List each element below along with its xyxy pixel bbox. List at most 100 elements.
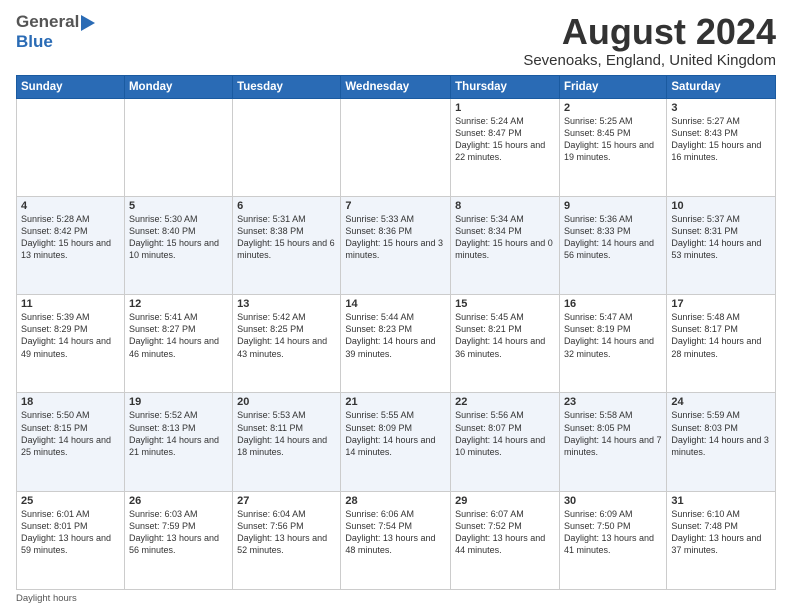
day-number: 31	[671, 495, 771, 507]
day-info: Sunrise: 5:41 AM Sunset: 8:27 PM Dayligh…	[129, 311, 228, 360]
day-info: Sunrise: 5:33 AM Sunset: 8:36 PM Dayligh…	[345, 213, 446, 262]
day-number: 3	[671, 102, 771, 114]
calendar-cell: 18Sunrise: 5:50 AM Sunset: 8:15 PM Dayli…	[17, 393, 125, 491]
day-number: 14	[345, 298, 446, 310]
logo-flag-icon	[81, 13, 97, 33]
day-info: Sunrise: 6:04 AM Sunset: 7:56 PM Dayligh…	[237, 508, 336, 557]
day-number: 22	[455, 396, 555, 408]
day-number: 11	[21, 298, 120, 310]
day-info: Sunrise: 5:55 AM Sunset: 8:09 PM Dayligh…	[345, 409, 446, 458]
day-info: Sunrise: 5:27 AM Sunset: 8:43 PM Dayligh…	[671, 115, 771, 164]
day-number: 10	[671, 200, 771, 212]
day-number: 27	[237, 495, 336, 507]
day-number: 29	[455, 495, 555, 507]
day-number: 15	[455, 298, 555, 310]
day-number: 4	[21, 200, 120, 212]
day-number: 19	[129, 396, 228, 408]
week-row-5: 25Sunrise: 6:01 AM Sunset: 8:01 PM Dayli…	[17, 491, 776, 589]
day-number: 24	[671, 396, 771, 408]
day-number: 23	[564, 396, 662, 408]
day-number: 6	[237, 200, 336, 212]
calendar-cell: 19Sunrise: 5:52 AM Sunset: 8:13 PM Dayli…	[124, 393, 232, 491]
calendar-cell: 13Sunrise: 5:42 AM Sunset: 8:25 PM Dayli…	[233, 295, 341, 393]
week-row-2: 4Sunrise: 5:28 AM Sunset: 8:42 PM Daylig…	[17, 196, 776, 294]
day-info: Sunrise: 5:45 AM Sunset: 8:21 PM Dayligh…	[455, 311, 555, 360]
calendar-cell: 7Sunrise: 5:33 AM Sunset: 8:36 PM Daylig…	[341, 196, 451, 294]
day-info: Sunrise: 6:03 AM Sunset: 7:59 PM Dayligh…	[129, 508, 228, 557]
day-number: 2	[564, 102, 662, 114]
calendar-cell	[124, 98, 232, 196]
calendar-cell: 29Sunrise: 6:07 AM Sunset: 7:52 PM Dayli…	[451, 491, 560, 589]
footer-note: Daylight hours	[16, 593, 776, 604]
day-header-monday: Monday	[124, 75, 232, 98]
day-info: Sunrise: 5:39 AM Sunset: 8:29 PM Dayligh…	[21, 311, 120, 360]
day-info: Sunrise: 6:01 AM Sunset: 8:01 PM Dayligh…	[21, 508, 120, 557]
week-row-3: 11Sunrise: 5:39 AM Sunset: 8:29 PM Dayli…	[17, 295, 776, 393]
day-number: 28	[345, 495, 446, 507]
day-number: 1	[455, 102, 555, 114]
day-info: Sunrise: 5:56 AM Sunset: 8:07 PM Dayligh…	[455, 409, 555, 458]
calendar-cell: 30Sunrise: 6:09 AM Sunset: 7:50 PM Dayli…	[559, 491, 666, 589]
calendar-cell: 14Sunrise: 5:44 AM Sunset: 8:23 PM Dayli…	[341, 295, 451, 393]
day-info: Sunrise: 5:52 AM Sunset: 8:13 PM Dayligh…	[129, 409, 228, 458]
day-info: Sunrise: 5:34 AM Sunset: 8:34 PM Dayligh…	[455, 213, 555, 262]
calendar-cell	[233, 98, 341, 196]
day-number: 18	[21, 396, 120, 408]
day-number: 9	[564, 200, 662, 212]
day-info: Sunrise: 5:25 AM Sunset: 8:45 PM Dayligh…	[564, 115, 662, 164]
day-info: Sunrise: 5:37 AM Sunset: 8:31 PM Dayligh…	[671, 213, 771, 262]
day-number: 21	[345, 396, 446, 408]
day-info: Sunrise: 5:28 AM Sunset: 8:42 PM Dayligh…	[21, 213, 120, 262]
day-info: Sunrise: 5:31 AM Sunset: 8:38 PM Dayligh…	[237, 213, 336, 262]
logo-blue-text: Blue	[16, 32, 53, 51]
calendar-cell: 3Sunrise: 5:27 AM Sunset: 8:43 PM Daylig…	[667, 98, 776, 196]
day-number: 13	[237, 298, 336, 310]
calendar-cell: 28Sunrise: 6:06 AM Sunset: 7:54 PM Dayli…	[341, 491, 451, 589]
day-number: 25	[21, 495, 120, 507]
day-number: 5	[129, 200, 228, 212]
day-info: Sunrise: 5:47 AM Sunset: 8:19 PM Dayligh…	[564, 311, 662, 360]
header: General Blue August 2024 Sevenoaks, Engl…	[16, 12, 776, 69]
calendar-cell: 16Sunrise: 5:47 AM Sunset: 8:19 PM Dayli…	[559, 295, 666, 393]
page: General Blue August 2024 Sevenoaks, Engl…	[0, 0, 792, 612]
day-number: 30	[564, 495, 662, 507]
location: Sevenoaks, England, United Kingdom	[523, 52, 776, 69]
calendar-cell: 21Sunrise: 5:55 AM Sunset: 8:09 PM Dayli…	[341, 393, 451, 491]
calendar-cell: 20Sunrise: 5:53 AM Sunset: 8:11 PM Dayli…	[233, 393, 341, 491]
calendar-cell: 31Sunrise: 6:10 AM Sunset: 7:48 PM Dayli…	[667, 491, 776, 589]
day-number: 17	[671, 298, 771, 310]
calendar-cell: 9Sunrise: 5:36 AM Sunset: 8:33 PM Daylig…	[559, 196, 666, 294]
day-info: Sunrise: 5:53 AM Sunset: 8:11 PM Dayligh…	[237, 409, 336, 458]
day-info: Sunrise: 5:42 AM Sunset: 8:25 PM Dayligh…	[237, 311, 336, 360]
calendar-cell: 10Sunrise: 5:37 AM Sunset: 8:31 PM Dayli…	[667, 196, 776, 294]
calendar-cell: 6Sunrise: 5:31 AM Sunset: 8:38 PM Daylig…	[233, 196, 341, 294]
day-info: Sunrise: 6:10 AM Sunset: 7:48 PM Dayligh…	[671, 508, 771, 557]
calendar-cell: 1Sunrise: 5:24 AM Sunset: 8:47 PM Daylig…	[451, 98, 560, 196]
day-info: Sunrise: 5:44 AM Sunset: 8:23 PM Dayligh…	[345, 311, 446, 360]
day-header-saturday: Saturday	[667, 75, 776, 98]
day-number: 16	[564, 298, 662, 310]
calendar-cell: 11Sunrise: 5:39 AM Sunset: 8:29 PM Dayli…	[17, 295, 125, 393]
calendar-cell: 12Sunrise: 5:41 AM Sunset: 8:27 PM Dayli…	[124, 295, 232, 393]
calendar-header-row: SundayMondayTuesdayWednesdayThursdayFrid…	[17, 75, 776, 98]
day-number: 8	[455, 200, 555, 212]
day-number: 12	[129, 298, 228, 310]
day-info: Sunrise: 6:09 AM Sunset: 7:50 PM Dayligh…	[564, 508, 662, 557]
logo-general-text: General	[16, 12, 79, 32]
day-info: Sunrise: 5:36 AM Sunset: 8:33 PM Dayligh…	[564, 213, 662, 262]
calendar-cell: 22Sunrise: 5:56 AM Sunset: 8:07 PM Dayli…	[451, 393, 560, 491]
week-row-4: 18Sunrise: 5:50 AM Sunset: 8:15 PM Dayli…	[17, 393, 776, 491]
day-info: Sunrise: 5:59 AM Sunset: 8:03 PM Dayligh…	[671, 409, 771, 458]
calendar-cell: 25Sunrise: 6:01 AM Sunset: 8:01 PM Dayli…	[17, 491, 125, 589]
day-header-wednesday: Wednesday	[341, 75, 451, 98]
day-info: Sunrise: 5:58 AM Sunset: 8:05 PM Dayligh…	[564, 409, 662, 458]
calendar-cell: 4Sunrise: 5:28 AM Sunset: 8:42 PM Daylig…	[17, 196, 125, 294]
day-header-tuesday: Tuesday	[233, 75, 341, 98]
title-block: August 2024 Sevenoaks, England, United K…	[523, 12, 776, 69]
month-title: August 2024	[523, 12, 776, 52]
footer-daylight-label: Daylight hours	[16, 593, 77, 604]
day-info: Sunrise: 5:24 AM Sunset: 8:47 PM Dayligh…	[455, 115, 555, 164]
week-row-1: 1Sunrise: 5:24 AM Sunset: 8:47 PM Daylig…	[17, 98, 776, 196]
calendar-cell: 5Sunrise: 5:30 AM Sunset: 8:40 PM Daylig…	[124, 196, 232, 294]
day-number: 7	[345, 200, 446, 212]
